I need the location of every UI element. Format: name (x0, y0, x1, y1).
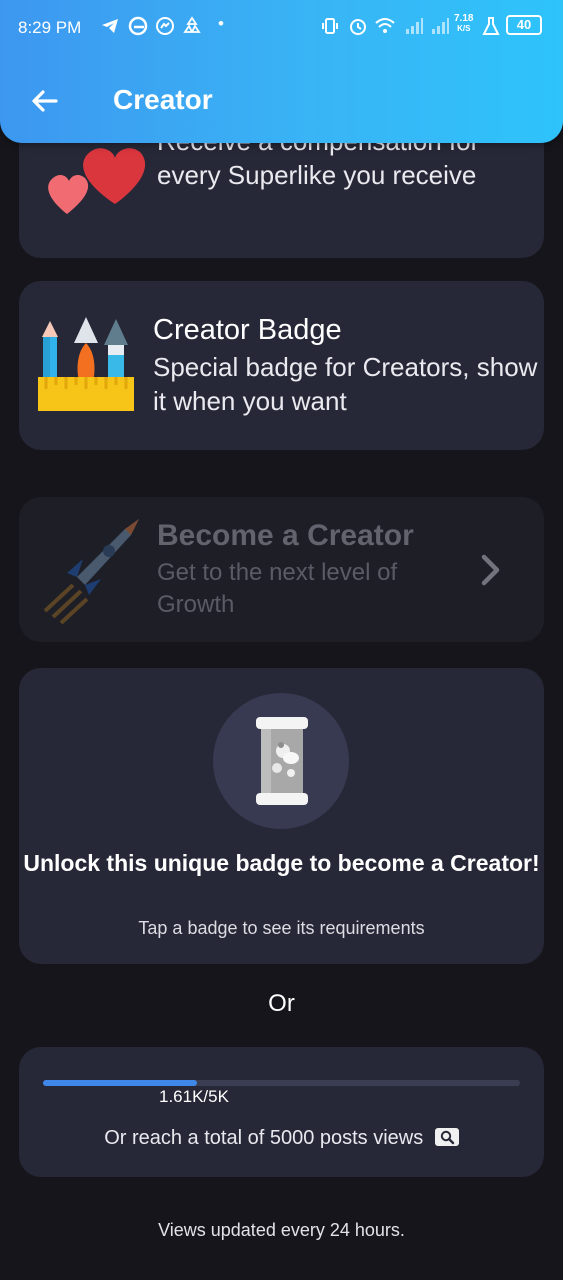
become-creator-subtitle: Get to the next level of Growth (157, 559, 398, 618)
chevron-right-icon (481, 554, 500, 586)
progress-fill (43, 1080, 197, 1086)
vibrate-icon (320, 16, 340, 41)
creator-badge-title: Creator Badge (153, 314, 342, 346)
or-separator: Or (268, 990, 295, 1017)
page-title: Creator (113, 84, 213, 115)
net-speed: 7.18 K/S (454, 14, 473, 34)
progress-value-label: 1.61K/5K (159, 1087, 229, 1106)
unlock-badge-card: Unlock this unique badge to become a Cre… (19, 668, 544, 964)
signal-icon-1 (404, 16, 424, 41)
back-arrow-icon[interactable] (28, 84, 62, 118)
alarm-icon (348, 16, 368, 41)
battery-icon: 40 (506, 15, 542, 35)
creator-badge-description: Special badge for Creators, show it when… (153, 352, 538, 416)
become-creator-button[interactable]: Become a Creator Get to the next level o… (19, 497, 544, 642)
views-update-footnote: Views updated every 24 hours. (158, 1220, 405, 1240)
progress-track (43, 1080, 520, 1086)
views-requirement: Or reach a total of 5000 posts views (19, 1127, 544, 1150)
telegram-icon (100, 16, 120, 41)
dot-icon: • (218, 14, 224, 33)
edge-icon (128, 16, 148, 41)
hearts-icon (48, 148, 145, 214)
become-creator-title: Become a Creator (157, 519, 414, 552)
unlock-headline: Unlock this unique badge to become a Cre… (23, 850, 540, 876)
app-header: 8:29 PM • 7.18 K/S 40 Creator (0, 0, 563, 143)
views-progress-card: 1.61K/5K Or reach a total of 5000 posts … (19, 1047, 544, 1177)
rocket-icon (43, 519, 139, 625)
wifi-icon (374, 16, 396, 41)
status-bar: 8:29 PM • 7.18 K/S 40 (18, 14, 545, 44)
creator-badge-perk-card: Creator Badge Special badge for Creators… (19, 281, 544, 450)
battery-level: 40 (516, 17, 532, 32)
sync-icon (182, 16, 202, 41)
art-tools-icon (38, 317, 134, 411)
messenger-icon (155, 16, 175, 41)
badge-button[interactable] (213, 693, 349, 829)
search-icon[interactable] (434, 1128, 459, 1146)
flask-icon (482, 16, 500, 41)
signal-icon-2 (430, 16, 450, 41)
net-speed-unit: K/S (457, 24, 471, 33)
status-time: 8:29 PM (18, 18, 82, 37)
net-speed-value: 7.18 (454, 13, 474, 24)
views-requirement-text: Or reach a total of 5000 posts views (104, 1127, 424, 1149)
unlock-hint: Tap a badge to see its requirements (138, 918, 425, 938)
jar-badge-icon (256, 717, 308, 805)
